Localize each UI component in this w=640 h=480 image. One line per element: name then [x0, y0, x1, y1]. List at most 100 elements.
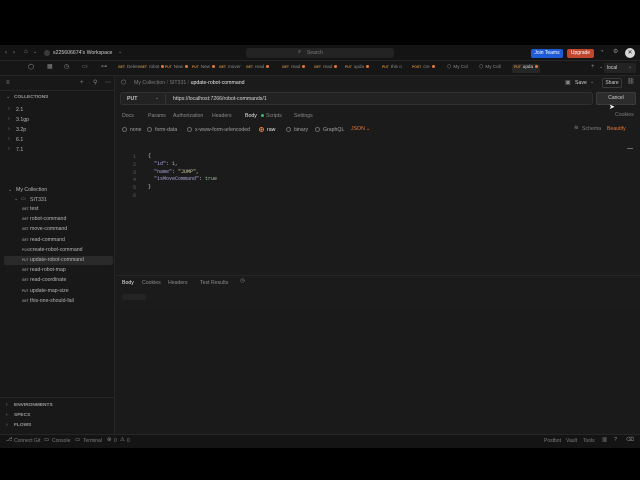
environment-select[interactable]: local ⌄	[604, 63, 636, 73]
add-tab-icon[interactable]: +	[591, 64, 595, 70]
folder-chevron-icon[interactable]: ›	[8, 107, 10, 112]
tab-headers[interactable]: Headers	[212, 113, 232, 119]
body-type-raw[interactable]: raw	[259, 127, 275, 133]
radio-button[interactable]	[147, 127, 152, 132]
response-divider[interactable]	[116, 275, 640, 276]
add-collection-icon[interactable]: +	[80, 80, 84, 86]
filter-icon[interactable]: ⚲	[93, 80, 97, 86]
tab-overflow-icon[interactable]: ⌄	[599, 65, 603, 70]
sidebar-request-item[interactable]: GET robot-command	[4, 215, 113, 224]
error-count[interactable]: 0	[114, 439, 117, 444]
raw-format-select[interactable]: JSON	[351, 126, 365, 132]
section-chevron-icon[interactable]: ›	[6, 423, 8, 428]
cancel-button[interactable]: Cancel	[596, 92, 636, 105]
response-history-icon[interactable]: ◷	[240, 278, 245, 285]
search-input[interactable]: ⌕ Search	[246, 48, 394, 58]
radio-button[interactable]	[286, 127, 291, 132]
terminal-button[interactable]: Terminal	[83, 439, 102, 444]
sidebar-request-item[interactable]: GET read-command	[4, 236, 113, 245]
sidebar-request-item[interactable]: GET test	[4, 205, 113, 214]
tab-settings[interactable]: Settings	[294, 113, 313, 119]
radio-button[interactable]	[187, 127, 192, 132]
request-tab[interactable]: GET mover	[219, 64, 241, 73]
schema-button[interactable]: Schema	[582, 126, 601, 132]
body-type-binary[interactable]: binary	[286, 127, 308, 133]
sit331-folder-item[interactable]: SIT331	[30, 197, 47, 203]
postbot-button[interactable]: Postbot	[544, 439, 561, 444]
help-icon[interactable]: ?	[614, 437, 617, 444]
request-tab[interactable]: PUT upda	[345, 64, 370, 73]
mock-server-icon[interactable]: ▭	[82, 64, 88, 70]
raw-format-chevron-icon[interactable]: ⌄	[366, 127, 370, 132]
share-button[interactable]: Share	[602, 78, 622, 88]
join-teams-button[interactable]: Join Teams	[531, 49, 563, 58]
save-chevron-icon[interactable]: ⌄	[590, 80, 594, 85]
request-tab[interactable]: ⬡ My Coll	[479, 64, 501, 73]
sidebar-request-item[interactable]: GET move-command	[4, 225, 113, 234]
bell-icon[interactable]: ◔	[600, 49, 604, 55]
response-tab-headers[interactable]: Headers	[168, 280, 188, 286]
breadcrumb-request[interactable]: update-robot-command	[191, 80, 245, 86]
body-type-x-www-form-urlencoded[interactable]: x-www-form-urlencoded	[187, 127, 250, 133]
method-chevron-icon[interactable]: ⌄	[155, 96, 159, 101]
sit331-chevron-icon[interactable]: ⌄	[14, 197, 18, 202]
schema-icon[interactable]: ≋	[574, 125, 579, 132]
save-button[interactable]: Save	[575, 80, 587, 86]
sidebar-folder-item[interactable]: 6.1	[16, 137, 23, 143]
request-tab[interactable]: ⬡ My Col	[447, 64, 468, 73]
chevron-down-icon[interactable]: ⌄	[33, 50, 37, 55]
sidebar-folder-item[interactable]: 3.2p	[16, 127, 26, 133]
sidebar-folder-item[interactable]: 2.1	[16, 107, 23, 113]
body-type-graphql[interactable]: GraphQL	[315, 127, 344, 133]
request-tab[interactable]: POST cre	[412, 64, 435, 73]
trash-icon[interactable]: ⌫	[626, 437, 634, 444]
method-select[interactable]: PUT	[127, 96, 137, 102]
folder-chevron-icon[interactable]: ›	[8, 127, 10, 132]
request-tab[interactable]: GET read	[314, 64, 338, 73]
my-collection-item[interactable]: My Collection	[16, 187, 47, 193]
request-tab[interactable]: PUT New	[192, 64, 215, 73]
radio-button[interactable]	[315, 127, 320, 132]
sidebar-request-item[interactable]: PUT update-map-size	[4, 287, 113, 296]
layout-icon[interactable]: ▥	[602, 437, 607, 444]
sidebar-folder-item[interactable]: 7.1	[16, 147, 23, 153]
request-tab[interactable]: GET read	[282, 64, 306, 73]
radio-button[interactable]	[122, 127, 127, 132]
settings-icon[interactable]: ⚙	[613, 49, 618, 55]
collections-heading[interactable]: COLLECTIONS	[14, 95, 48, 101]
section-chevron-icon[interactable]: ›	[6, 403, 8, 408]
sidebar-section-flows[interactable]: FLOWS	[14, 423, 31, 429]
arrow-right-icon[interactable]: ›	[13, 50, 15, 56]
sidebar-request-item[interactable]: GET read-robot-map	[4, 266, 113, 275]
request-tab[interactable]: GET Delete	[118, 64, 140, 73]
sidebar-menu-icon[interactable]: ≡	[6, 80, 10, 86]
arrow-left-icon[interactable]: ‹	[5, 50, 7, 56]
response-tab-cookies[interactable]: Cookies	[142, 280, 161, 286]
beautify-button[interactable]: Beautify	[607, 126, 626, 132]
sidebar-request-item[interactable]: POST create-robot-command	[4, 246, 113, 255]
sidebar-section-environments[interactable]: ENVIRONMENTS	[14, 403, 53, 409]
tools-button[interactable]: Tools	[583, 439, 595, 444]
workspace-name[interactable]: s225606674's Workspace	[53, 50, 112, 56]
folder-chevron-icon[interactable]: ›	[8, 117, 10, 122]
home-icon[interactable]: ⌂	[24, 49, 28, 55]
tab-authorization[interactable]: Authorization	[173, 113, 203, 119]
request-tab[interactable]: PUT upda	[512, 64, 541, 73]
url-input[interactable]: https://localhost:7266/robot-commands/1	[173, 96, 267, 102]
body-editor[interactable]: 1 {2 "id": 1, 3 "name": "JUMP", 4 "isMoveCo…	[116, 138, 640, 278]
grid-icon[interactable]: ▦	[47, 64, 53, 70]
console-button[interactable]: Console	[52, 439, 70, 444]
folder-chevron-icon[interactable]: ›	[8, 137, 10, 142]
sidebar-request-item[interactable]: PUT update-robot-command	[4, 256, 113, 265]
tab-params[interactable]: Params	[148, 113, 166, 119]
response-tab-body[interactable]: Body	[122, 280, 134, 286]
vault-button[interactable]: Vault	[566, 439, 577, 444]
upgrade-button[interactable]: Upgrade	[567, 49, 594, 58]
request-tab[interactable]: PUT New	[165, 64, 188, 73]
cookies-link[interactable]: Cookies	[615, 112, 634, 118]
history-icon[interactable]: ◷	[64, 64, 69, 70]
breadcrumb-folder[interactable]: SIT331	[169, 80, 186, 86]
body-type-form-data[interactable]: form-data	[147, 127, 177, 133]
more-options-icon[interactable]: ⋯	[105, 80, 111, 86]
editor-scroll-marker[interactable]	[627, 148, 633, 149]
